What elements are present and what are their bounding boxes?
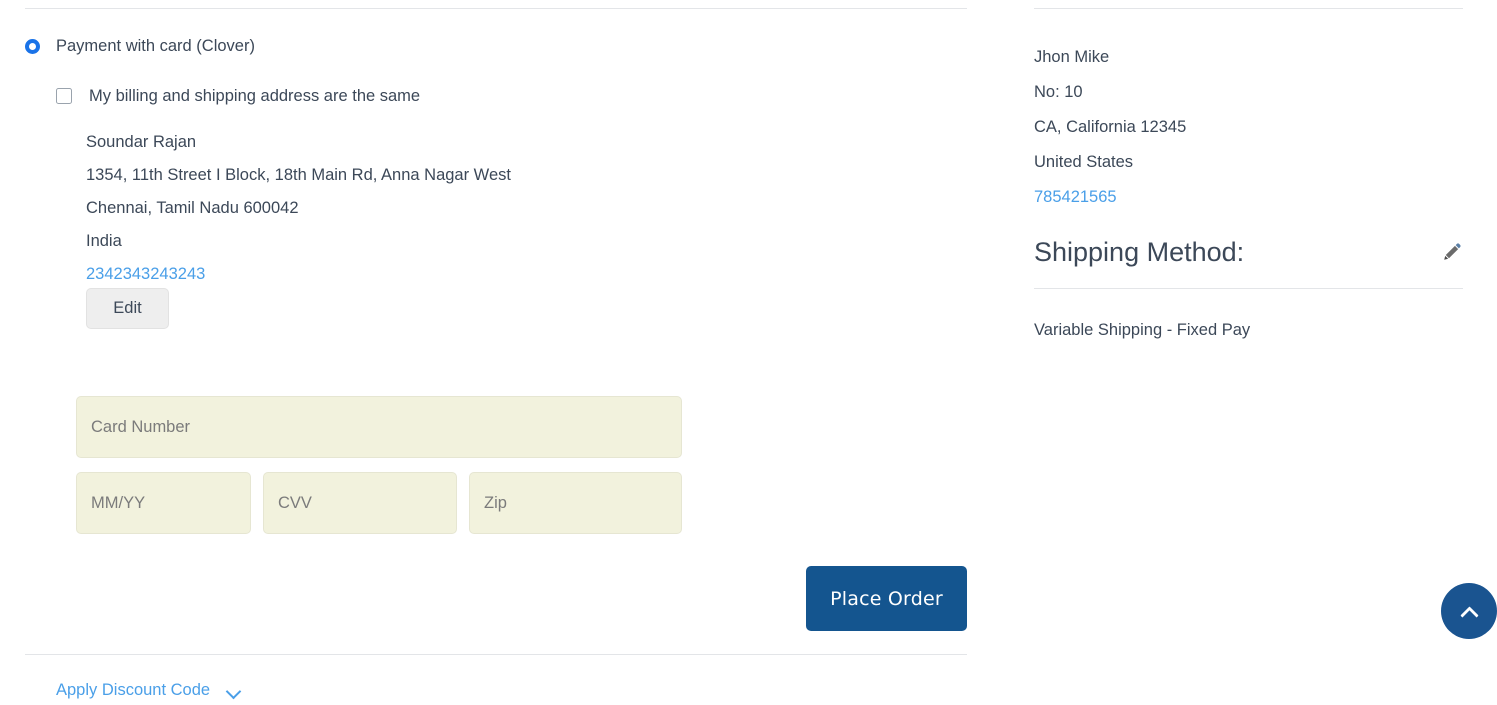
card-expiry-input[interactable]	[76, 472, 251, 534]
shipping-method-divider	[1034, 288, 1463, 289]
shipping-address-city-state-zip: CA, California 12345	[1034, 118, 1187, 136]
payment-method-label: Payment with card (Clover)	[56, 36, 255, 55]
shipping-address-country: United States	[1034, 153, 1134, 171]
panel-bottom-divider	[25, 654, 967, 655]
card-number-input[interactable]	[76, 396, 682, 458]
chevron-down-icon	[227, 686, 242, 695]
scroll-to-top-button[interactable]	[1441, 583, 1497, 639]
billing-address-name: Soundar Rajan	[86, 133, 197, 151]
chevron-up-icon	[1461, 606, 1477, 616]
same-address-checkbox[interactable]	[56, 88, 72, 104]
apply-discount-code-label: Apply Discount Code	[56, 681, 211, 699]
billing-address-block: Soundar Rajan 1354, 11th Street I Block,…	[86, 126, 511, 291]
shipping-address-block: Jhon Mike No: 10 CA, California 12345 Un…	[1034, 40, 1186, 215]
same-address-label: My billing and shipping address are the …	[89, 86, 421, 105]
pencil-icon[interactable]	[1441, 241, 1463, 263]
apply-discount-code-toggle[interactable]: Apply Discount Code	[56, 682, 242, 699]
billing-address-phone[interactable]: 2342343243243	[86, 258, 511, 291]
edit-billing-address-button[interactable]: Edit	[86, 288, 169, 329]
shipping-address-name: Jhon Mike	[1034, 48, 1110, 66]
place-order-button[interactable]: Place Order	[806, 566, 967, 631]
panel-top-divider	[25, 8, 967, 9]
card-zip-input[interactable]	[469, 472, 682, 534]
payment-method-option-clover[interactable]: Payment with card (Clover)	[25, 34, 255, 58]
payment-method-radio[interactable]	[25, 38, 40, 54]
order-summary-panel: Jhon Mike No: 10 CA, California 12345 Un…	[1000, 0, 1497, 705]
shipping-method-header: Shipping Method:	[1034, 236, 1463, 268]
shipping-method-heading: Shipping Method:	[1034, 237, 1245, 267]
shipping-method-value: Variable Shipping - Fixed Pay	[1034, 321, 1251, 339]
same-address-checkbox-row[interactable]: My billing and shipping address are the …	[56, 85, 420, 107]
summary-top-divider	[1034, 8, 1463, 9]
billing-address-city-state-zip: Chennai, Tamil Nadu 600042	[86, 199, 299, 217]
checkout-payment-panel: Payment with card (Clover) My billing an…	[0, 0, 1000, 705]
shipping-address-phone[interactable]: 785421565	[1034, 180, 1186, 215]
billing-address-street: 1354, 11th Street I Block, 18th Main Rd,…	[86, 166, 511, 184]
shipping-address-street: No: 10	[1034, 83, 1083, 101]
card-cvv-input[interactable]	[263, 472, 457, 534]
billing-address-country: India	[86, 232, 122, 250]
